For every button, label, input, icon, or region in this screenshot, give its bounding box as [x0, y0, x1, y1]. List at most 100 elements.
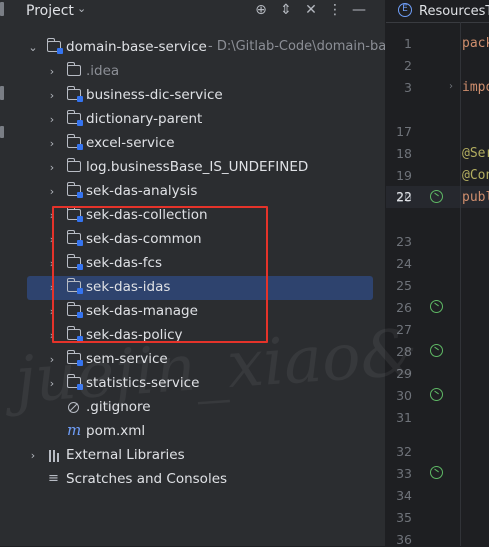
line-number: 2	[404, 58, 412, 73]
project-path: D:\Gitlab-Code\domain-bas	[216, 39, 385, 54]
line-number: 33	[396, 466, 412, 481]
tree-item-label: sem-service	[86, 351, 168, 367]
chevron-right-icon[interactable]: ›	[47, 161, 57, 174]
strip-marker	[0, 2, 4, 16]
minimize-icon[interactable]: —	[350, 1, 368, 19]
chevron-right-icon[interactable]: ›	[47, 377, 57, 390]
chevron-right-icon[interactable]: ›	[47, 137, 57, 150]
line-number: 26	[396, 300, 412, 315]
module-folder-icon	[67, 110, 83, 126]
code-line[interactable]: @Con	[462, 168, 489, 183]
libraries-icon	[48, 449, 62, 463]
expand-collapse-icon[interactable]: ⇕	[277, 1, 295, 19]
chevron-right-icon[interactable]: ›	[47, 65, 57, 78]
tree-item[interactable]: › log.businessBase_IS_UNDEFINED	[12, 156, 385, 180]
tree-item-label: sek-das-analysis	[86, 183, 198, 199]
strip-marker	[0, 86, 4, 100]
tree-item[interactable]: › External Libraries	[12, 444, 385, 468]
line-number: 29	[396, 366, 412, 381]
bean-gutter-icon[interactable]	[430, 300, 443, 313]
tree-item-label: domain-base-service	[66, 39, 207, 55]
folder-icon	[67, 158, 81, 172]
tree-item-label: log.businessBase_IS_UNDEFINED	[86, 159, 309, 175]
line-number: 31	[396, 410, 412, 425]
bean-gutter-icon[interactable]	[430, 388, 443, 401]
chevron-down-icon[interactable]: ⌄	[77, 2, 86, 15]
line-number-current: 22	[396, 189, 412, 204]
tree-item-label: dictionary-parent	[86, 111, 203, 127]
code-line[interactable]: @Ser	[462, 146, 489, 161]
line-number: 24	[396, 256, 412, 271]
code-line[interactable]: publ	[462, 190, 489, 205]
override-gutter-icon[interactable]	[430, 466, 443, 479]
project-header: Project ⌄ ⊕ ⇕ ✕ ⋮ —	[12, 0, 385, 22]
tree-item-label: Scratches and Consoles	[66, 471, 228, 487]
chevron-right-icon[interactable]: ›	[47, 185, 57, 198]
gutter-divider	[460, 22, 461, 546]
line-number: 25	[396, 278, 412, 293]
tree-item[interactable]: m pom.xml	[12, 420, 385, 444]
tree-item[interactable]: ≡ Scratches and Consoles	[12, 468, 385, 492]
tool-window-strip	[0, 0, 12, 546]
module-folder-icon	[67, 182, 83, 198]
strip-marker	[0, 126, 4, 138]
scratches-icon: ≡	[48, 471, 59, 486]
code-line[interactable]: impo	[462, 80, 489, 95]
tree-item-label: statistics-service	[86, 375, 200, 391]
line-number: 1	[404, 36, 412, 51]
tree-item[interactable]: › dictionary-parent	[12, 108, 385, 132]
chevron-right-icon[interactable]: ›	[47, 113, 57, 126]
editor-tab-label[interactable]: ResourcesT	[419, 4, 489, 19]
tree-item[interactable]: › sem-service	[12, 348, 385, 372]
chevron-down-icon[interactable]: ⌄	[28, 41, 38, 54]
line-number: 35	[396, 510, 412, 525]
tree-item-label: pom.xml	[86, 423, 146, 439]
module-folder-icon	[67, 86, 83, 102]
tree-item[interactable]: › business-dic-service	[12, 84, 385, 108]
chevron-right-icon[interactable]: ›	[28, 449, 38, 462]
line-number: 23	[396, 234, 412, 249]
tree-item-label: .gitignore	[86, 399, 151, 415]
chevron-right-icon[interactable]: ›	[47, 353, 57, 366]
tree-item[interactable]: › excel-service	[12, 132, 385, 156]
line-number: 19	[396, 168, 412, 183]
line-number: 3	[404, 80, 412, 95]
module-folder-icon	[67, 134, 83, 150]
editor-area: E ResourcesT 1 2 3 › 17 18 19 20 22 23 2…	[386, 0, 489, 547]
tree-item-label: business-dic-service	[86, 87, 223, 103]
bean-gutter-icon[interactable]	[430, 344, 443, 357]
module-folder-icon	[67, 350, 83, 366]
bean-gutter-icon[interactable]	[430, 190, 443, 203]
line-number: 28	[396, 344, 412, 359]
project-panel: Project ⌄ ⊕ ⇕ ✕ ⋮ — ⌄ domain-base-servic…	[12, 0, 385, 546]
tree-item[interactable]: › sek-das-analysis	[12, 180, 385, 204]
line-number: 30	[396, 388, 412, 403]
chevron-right-icon[interactable]: ›	[47, 89, 57, 102]
tree-item-label: External Libraries	[66, 447, 185, 463]
line-number: 17	[396, 124, 412, 139]
class-file-icon: E	[398, 3, 412, 17]
more-options-icon[interactable]: ⋮	[326, 1, 344, 19]
line-number: 27	[396, 322, 412, 337]
gitignore-icon	[68, 402, 79, 413]
tree-item[interactable]: .gitignore	[12, 396, 385, 420]
folder-icon	[67, 62, 81, 76]
tree-item-label: excel-service	[86, 135, 175, 151]
close-icon[interactable]: ✕	[302, 1, 320, 19]
tree-item-path: - D:\Gitlab-Code\domain-bas	[208, 39, 385, 54]
tree-item-root[interactable]: ⌄ domain-base-service - D:\Gitlab-Code\d…	[12, 36, 385, 60]
locate-target-icon[interactable]: ⊕	[252, 1, 270, 19]
line-number: 36	[396, 532, 412, 547]
fold-arrow-icon[interactable]: ›	[449, 81, 453, 92]
line-number: 32	[396, 444, 412, 459]
project-title[interactable]: Project	[26, 3, 74, 19]
module-folder-icon	[47, 38, 63, 54]
editor-tab-bar: E ResourcesT	[386, 0, 489, 23]
tree-item[interactable]: › statistics-service	[12, 372, 385, 396]
module-folder-icon	[67, 374, 83, 390]
highlight-annotation-box	[52, 206, 268, 343]
line-number: 18	[396, 146, 412, 161]
tree-item[interactable]: › .idea	[12, 60, 385, 84]
code-line[interactable]: pack	[462, 36, 489, 51]
maven-icon: m	[67, 421, 82, 439]
